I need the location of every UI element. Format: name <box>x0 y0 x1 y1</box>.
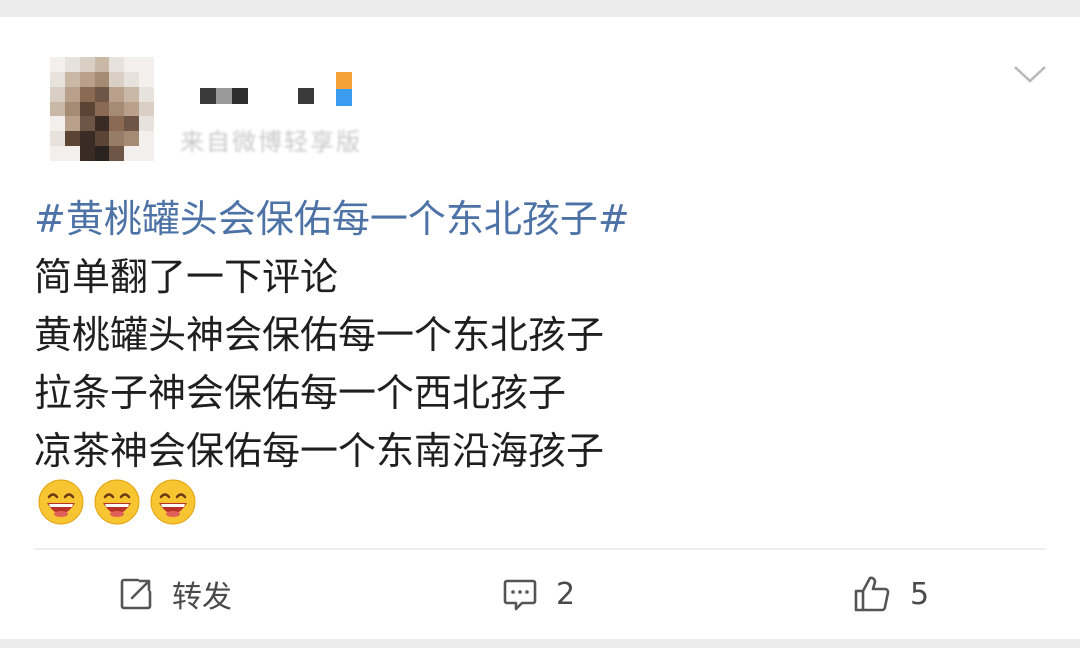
laughing-face-icon <box>38 479 84 525</box>
like-count: 5 <box>910 576 930 612</box>
post-line: 黄桃罐头神会保佑每一个东北孩子 <box>34 313 605 357</box>
emoji-row <box>38 479 196 525</box>
repost-label: 转发 <box>172 580 232 615</box>
laughing-face-icon <box>94 479 140 525</box>
thumbs-up-icon <box>854 576 890 612</box>
bottom-gap <box>0 639 1080 648</box>
comment-icon <box>503 579 537 611</box>
avatar[interactable] <box>50 57 154 161</box>
comment-count: 2 <box>556 576 576 612</box>
comment-button[interactable]: 2 <box>502 574 575 614</box>
repost-icon <box>120 578 152 610</box>
post-line: 简单翻了一下评论 <box>34 255 339 299</box>
post-line: 拉条子神会保佑每一个西北孩子 <box>34 371 567 415</box>
repost-button[interactable]: 转发 <box>118 574 232 615</box>
post-body: #黄桃罐头会保佑每一个东北孩子# 简单翻了一下评论 黄桃罐头神会保佑每一个东北孩… <box>34 190 1034 480</box>
username-blurred[interactable] <box>200 88 314 104</box>
post-line: 凉茶神会保佑每一个东南沿海孩子 <box>34 429 605 473</box>
topic-link[interactable]: #黄桃罐头会保佑每一个东北孩子# <box>34 190 1034 248</box>
post-meta: 来自微博轻享版 <box>180 128 362 156</box>
divider <box>34 548 1046 550</box>
chevron-down-icon[interactable] <box>1012 62 1048 86</box>
like-button[interactable]: 5 <box>852 574 929 614</box>
laughing-face-icon <box>150 479 196 525</box>
vip-badge-icon <box>336 72 352 106</box>
